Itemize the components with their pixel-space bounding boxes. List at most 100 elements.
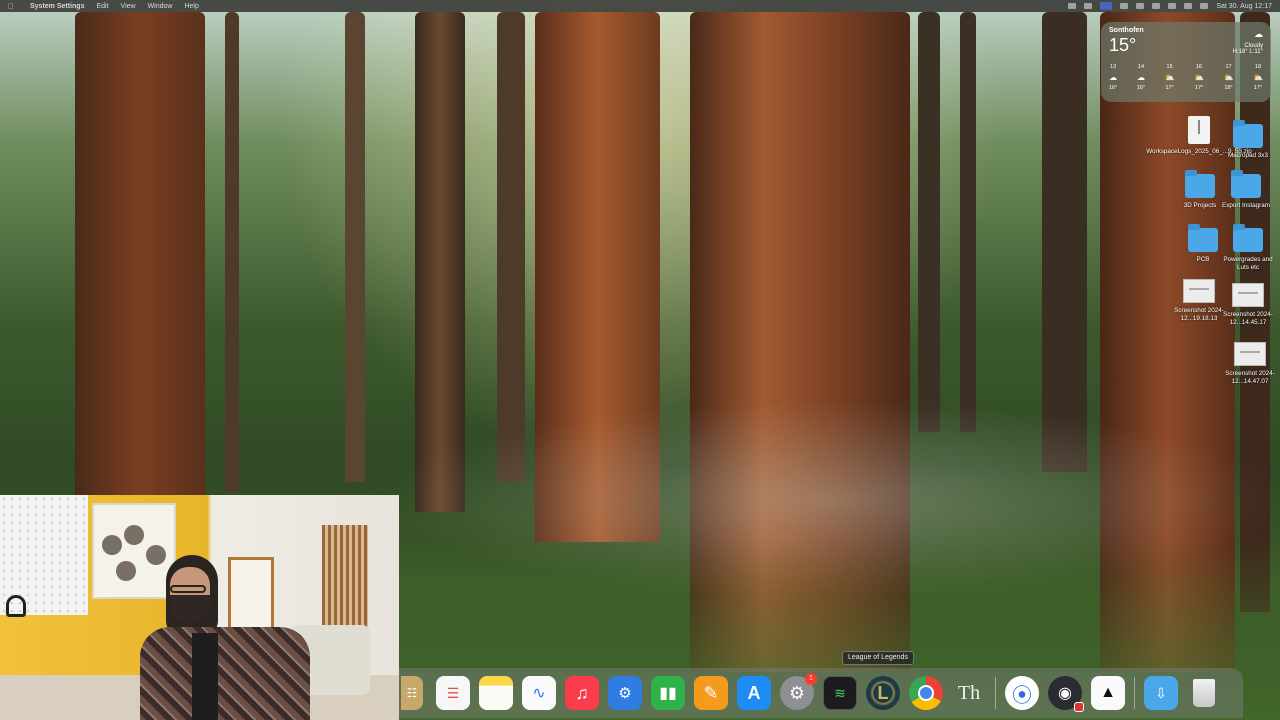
dock-tooltip: League of Legends: [842, 651, 914, 665]
forecast-hour-label: 18: [1254, 64, 1262, 70]
desktop-item-export-instagram-folder[interactable]: Export Instagram: [1218, 170, 1274, 210]
image-file-icon: [1234, 342, 1266, 366]
app-store-icon: A: [747, 682, 761, 703]
desktop-item-screenshot-3[interactable]: Screenshot 2024-12...14.47.07: [1222, 342, 1278, 385]
forecast-hour: 17 ⛅ 18°: [1224, 64, 1234, 91]
webcam-wall-slats: [322, 525, 368, 635]
dock-app-freeform[interactable]: ∿: [522, 676, 556, 710]
folder-icon: [1233, 120, 1263, 148]
dock-app-music[interactable]: ♫: [565, 676, 599, 710]
dock-downloads-folder[interactable]: ⇩: [1144, 676, 1178, 710]
menu-item-window[interactable]: Window: [148, 3, 173, 10]
dock-app-pages[interactable]: ✎: [694, 676, 728, 710]
wifi-icon[interactable]: [1168, 3, 1177, 9]
forecast-hour-temp: 17°: [1165, 85, 1174, 91]
dock-app-reminders[interactable]: ☰: [436, 676, 470, 710]
dock-app-numbers[interactable]: ▮▮: [651, 676, 685, 710]
bar-chart-icon: ▮▮: [659, 685, 677, 702]
dock-app-stocks[interactable]: ▲: [1091, 676, 1125, 710]
pencil-icon: ✎: [703, 682, 719, 703]
dock-separator: [995, 677, 996, 709]
textedit-glyph: Th: [957, 681, 981, 704]
dock-app-arc[interactable]: ⦿: [1005, 676, 1039, 710]
menu-bar-status-area: Sat 30. Aug 12:17: [1068, 2, 1272, 10]
forecast-hour-label: 16: [1196, 64, 1203, 70]
folder-icon: [1188, 224, 1218, 252]
dock-app-system-settings[interactable]: ⚙ 1: [780, 673, 817, 710]
dock-app-notes[interactable]: [479, 676, 513, 710]
forecast-hour-temp: 16°: [1109, 85, 1118, 91]
zip-file-icon: [1188, 116, 1210, 144]
forecast-hour: 14 ☁ 16°: [1137, 64, 1145, 91]
desktop-item-label: Screenshot 2024-12...19.18.13: [1174, 307, 1224, 322]
forecast-hour-temp: 16°: [1136, 85, 1146, 91]
dock: ☷ ☰ ∿ ♫ ⚙ ▮▮ ✎ A ⚙ 1 ≋ L Th ⦿ ◉ ▲ ⇩: [399, 668, 1243, 718]
desktop-item-macropad-folder[interactable]: Macropad 3x3: [1220, 120, 1276, 160]
weather-widget[interactable]: Sonthofen 15° ☁ Cloudy H:18° L:11° 13 ☁ …: [1101, 22, 1271, 102]
menu-item-edit[interactable]: Edit: [96, 3, 108, 10]
forecast-hour-temp: 18°: [1224, 85, 1233, 91]
forecast-hour-label: 14: [1137, 64, 1145, 70]
stats-chart-icon: ▲: [1100, 684, 1116, 701]
weather-hourly-forecast: 13 ☁ 16° 14 ☁ 16° 15 ⛅ 17° 16 ⛅ 17° 17 ⛅: [1109, 64, 1263, 91]
status-active-app-icon[interactable]: [1100, 2, 1113, 10]
music-note-icon: ♫: [575, 682, 589, 703]
dock-app-chrome[interactable]: [909, 676, 943, 710]
webcam-person: [140, 555, 310, 720]
desktop-item-label: 3D Projects: [1183, 202, 1217, 209]
desktop-item-workspace-logs-zip[interactable]: WorkspaceLogs_2025_06_...9_53.zip: [1146, 116, 1252, 156]
menu-item-view[interactable]: View: [121, 3, 136, 10]
dock-app-obs[interactable]: ◉: [1048, 676, 1084, 712]
dock-app-app-store[interactable]: A: [737, 676, 771, 710]
webcam-headphones: [6, 595, 26, 617]
partly-cloudy-icon: ⛅: [1164, 73, 1175, 82]
activity-graph-icon: ≋: [834, 684, 846, 701]
dock-app-keynote[interactable]: ⚙: [608, 676, 642, 710]
forecast-hour-label: 15: [1166, 64, 1173, 70]
desktop-item-label: Screenshot 2024-12...14.45.17: [1223, 311, 1273, 326]
webcam-overlay: [0, 495, 399, 720]
desktop-item-powergrades-folder[interactable]: Powergrades and Luts etc: [1220, 224, 1276, 271]
menu-item-help[interactable]: Help: [184, 3, 198, 10]
apple-menu-icon[interactable]: : [8, 0, 20, 12]
control-center-icon[interactable]: [1200, 3, 1209, 9]
desktop-item-label: Macropad 3x3: [1228, 152, 1268, 159]
dock-separator: [1134, 677, 1135, 709]
obs-icon: ◉: [1058, 685, 1072, 702]
dock-app-league-of-legends[interactable]: L: [866, 676, 900, 710]
desktop-item-screenshot-2[interactable]: Screenshot 2024-12...14.45.17: [1220, 283, 1276, 326]
download-icon: ⇩: [1155, 684, 1167, 701]
cloud-icon: ☁: [1109, 73, 1118, 82]
desktop-item-label: Screenshot 2024-12...14.47.07: [1225, 370, 1275, 385]
weather-summary: ☁ Cloudy H:18° L:11°: [1233, 29, 1263, 55]
status-app-icon[interactable]: [1068, 3, 1077, 9]
dock-trash[interactable]: [1187, 676, 1221, 710]
partly-cloudy-icon: ⛅: [1194, 73, 1205, 82]
cloud-icon: ☁: [1254, 29, 1263, 39]
forecast-hour: 18 ⛅ 17°: [1253, 64, 1263, 91]
status-app-icon[interactable]: [1136, 3, 1145, 9]
status-app-icon[interactable]: [1120, 3, 1129, 9]
dock-app-contacts[interactable]: ☷: [401, 676, 423, 710]
forecast-hour-temp: 17°: [1253, 85, 1263, 91]
forecast-hour: 16 ⛅ 17°: [1194, 64, 1204, 91]
recording-icon: [1074, 702, 1084, 712]
status-app-icon[interactable]: [1084, 3, 1093, 9]
image-file-icon: [1183, 279, 1215, 303]
dock-app-activity-monitor[interactable]: ≋: [823, 676, 857, 710]
notification-badge: 1: [805, 673, 817, 685]
weather-high-low: H:18° L:11°: [1232, 49, 1263, 55]
menu-bar-clock[interactable]: Sat 30. Aug 12:17: [1216, 3, 1272, 10]
dock-app-textedit[interactable]: Th: [952, 676, 986, 710]
spiral-icon: ⦿: [1012, 684, 1032, 707]
league-of-legends-logo-icon: L: [877, 682, 889, 703]
menu-app-name[interactable]: System Settings: [30, 3, 84, 10]
freeform-icon: ∿: [532, 685, 546, 702]
desktop-item-screenshot-1[interactable]: Screenshot 2024-12...19.18.13: [1171, 279, 1227, 322]
reminders-icon: ☰: [446, 684, 460, 701]
desktop-screen:  System Settings Edit View Window Help …: [0, 0, 1280, 720]
battery-icon[interactable]: [1152, 3, 1161, 9]
desktop-item-label: Export Instagram: [1222, 202, 1270, 209]
folder-icon: [1185, 170, 1215, 198]
search-icon[interactable]: [1184, 3, 1193, 9]
